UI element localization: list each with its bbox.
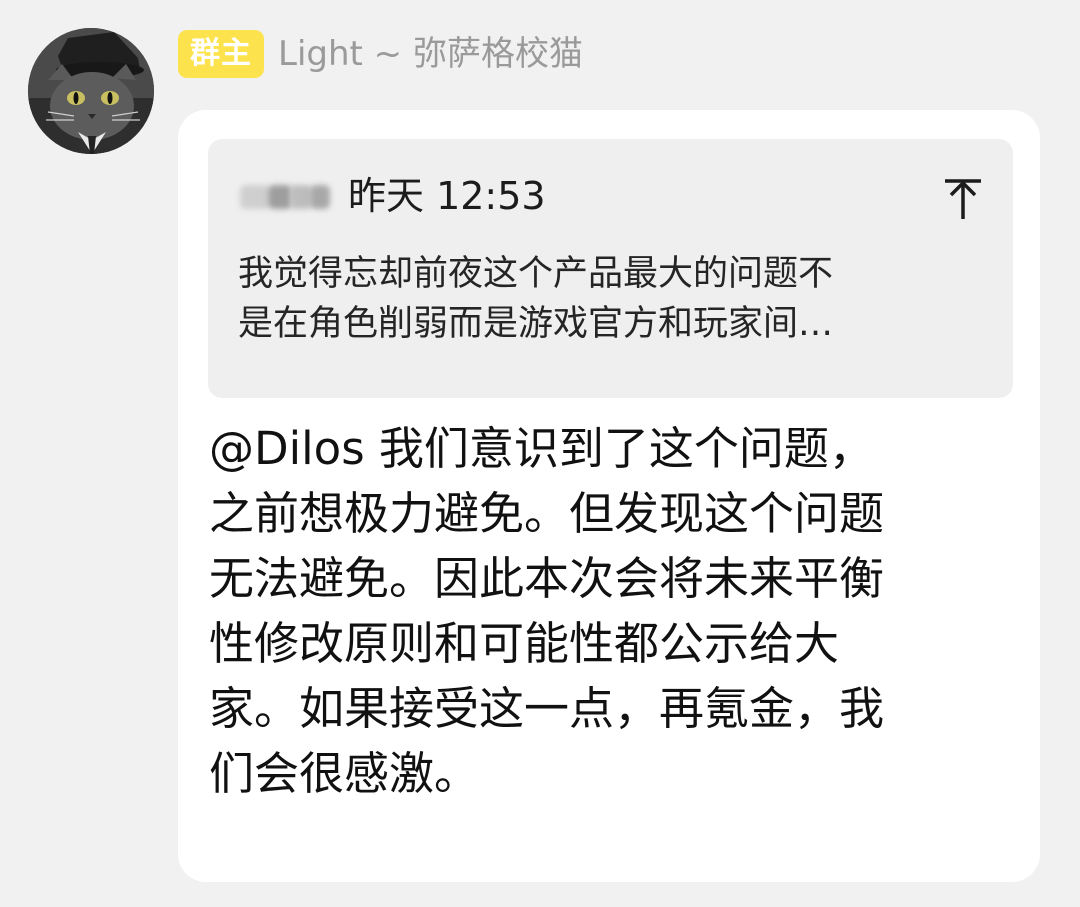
quote-timestamp: 昨天 12:53 <box>348 174 546 218</box>
quoted-message[interactable]: 昨天 12:53 我觉得忘却前夜这个产品最大的问题不 是在角色削弱而是游戏官方和… <box>208 139 1013 398</box>
owner-badge: 群主 <box>178 30 264 78</box>
message-bubble[interactable]: 昨天 12:53 我觉得忘却前夜这个产品最大的问题不 是在角色削弱而是游戏官方和… <box>178 110 1040 882</box>
quote-author-redacted <box>238 179 332 213</box>
avatar[interactable] <box>28 28 154 154</box>
cat-avatar-icon <box>28 28 154 154</box>
quote-header: 昨天 12:53 <box>238 170 546 222</box>
message-text: @Dilos 我们意识到了这个问题， 之前想极力避免。但发现这个问题 无法避免。… <box>209 422 885 800</box>
scroll-to-top-icon[interactable] <box>943 177 983 221</box>
sender-row: 群主 Light ~ 弥萨格校猫 <box>178 30 583 78</box>
quote-text: 我觉得忘却前夜这个产品最大的问题不 是在角色削弱而是游戏官方和玩家间… <box>238 254 834 344</box>
sender-name[interactable]: Light ~ 弥萨格校猫 <box>278 30 583 78</box>
